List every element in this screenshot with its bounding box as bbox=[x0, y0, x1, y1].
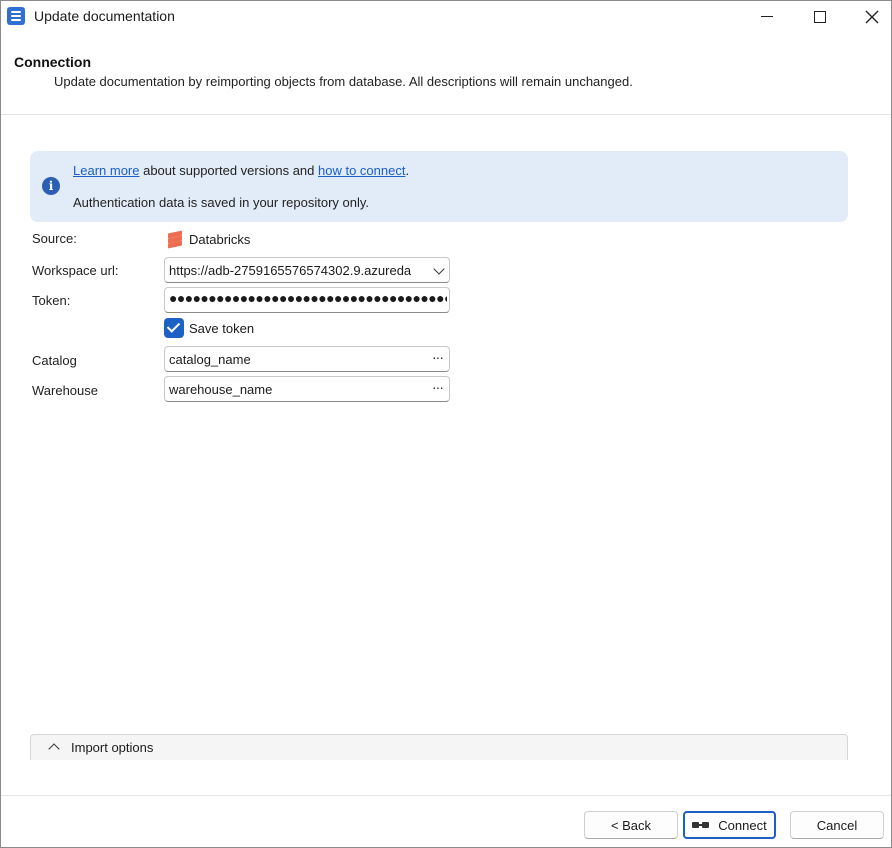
page-title: Connection bbox=[14, 54, 91, 70]
catalog-field[interactable]: catalog_name ··· bbox=[164, 346, 450, 372]
how-to-connect-link[interactable]: how to connect bbox=[318, 163, 405, 178]
token-field[interactable]: ●●●●●●●●●●●●●●●●●●●●●●●●●●●●●●●●●●●● bbox=[164, 287, 450, 313]
catalog-browse-button[interactable]: ··· bbox=[432, 349, 444, 365]
chevron-down-icon[interactable] bbox=[433, 263, 445, 275]
maximize-button[interactable] bbox=[795, 1, 845, 32]
title-bar: Update documentation bbox=[1, 1, 891, 32]
info-text-end: . bbox=[405, 163, 410, 178]
source-name: Databricks bbox=[189, 231, 251, 247]
page-header: Connection Update documentation by reimp… bbox=[1, 32, 891, 115]
close-button[interactable] bbox=[847, 1, 892, 32]
learn-more-link[interactable]: Learn more bbox=[73, 163, 139, 178]
minimize-icon bbox=[761, 15, 773, 18]
source-label: Source: bbox=[32, 231, 77, 246]
databricks-icon bbox=[167, 230, 183, 249]
connect-button-label: Connect bbox=[718, 817, 767, 833]
document-database-icon bbox=[7, 7, 25, 25]
warehouse-label: Warehouse bbox=[32, 383, 98, 398]
catalog-label: Catalog bbox=[32, 353, 77, 368]
info-links-line: Learn more about supported versions and … bbox=[73, 163, 409, 178]
workspace-url-label: Workspace url: bbox=[32, 263, 119, 278]
close-icon bbox=[865, 10, 879, 23]
back-button[interactable]: < Back bbox=[584, 811, 678, 839]
minimize-button[interactable] bbox=[742, 1, 792, 32]
source-value: Databricks bbox=[167, 230, 251, 249]
window-title: Update documentation bbox=[34, 8, 175, 24]
token-label: Token: bbox=[32, 293, 71, 308]
checkmark-icon bbox=[166, 319, 181, 333]
warehouse-field[interactable]: warehouse_name ··· bbox=[164, 376, 450, 402]
chevron-up-icon bbox=[48, 743, 60, 755]
info-banner: i Learn more about supported versions an… bbox=[30, 151, 848, 222]
authentication-note: Authentication data is saved in your rep… bbox=[73, 195, 370, 210]
plug-icon bbox=[692, 820, 710, 830]
page-subtitle: Update documentation by reimporting obje… bbox=[54, 74, 633, 89]
workspace-url-combobox[interactable]: https://adb-2759165576574302.9.azureda bbox=[164, 257, 450, 283]
workspace-url-value: https://adb-2759165576574302.9.azureda bbox=[169, 263, 412, 278]
update-documentation-dialog: Update documentation Connection Update d… bbox=[0, 0, 892, 848]
import-options-expander[interactable]: Import options bbox=[30, 734, 848, 760]
info-text-middle: about supported versions and bbox=[139, 163, 318, 178]
cancel-button[interactable]: Cancel bbox=[790, 811, 884, 839]
connect-button[interactable]: Connect bbox=[683, 811, 776, 839]
cancel-button-label: Cancel bbox=[816, 817, 858, 833]
token-masked-value: ●●●●●●●●●●●●●●●●●●●●●●●●●●●●●●●●●●●● bbox=[169, 290, 447, 306]
dialog-footer: < Back Connect Cancel bbox=[1, 795, 891, 847]
back-button-label: < Back bbox=[610, 817, 652, 833]
maximize-icon bbox=[814, 10, 826, 23]
save-token-label[interactable]: Save token bbox=[189, 321, 254, 336]
warehouse-browse-button[interactable]: ··· bbox=[432, 379, 444, 395]
catalog-value: catalog_name bbox=[169, 352, 251, 367]
warehouse-value: warehouse_name bbox=[169, 382, 273, 397]
save-token-checkbox[interactable] bbox=[164, 318, 184, 338]
import-options-label: Import options bbox=[71, 740, 154, 755]
info-icon: i bbox=[42, 177, 60, 195]
